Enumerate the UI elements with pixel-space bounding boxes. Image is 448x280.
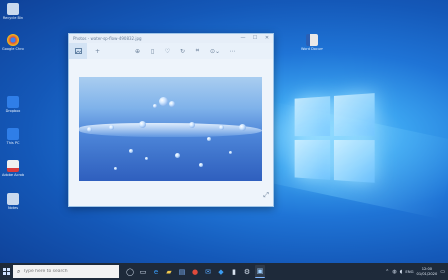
bubble: [145, 157, 148, 160]
word-doc-icon: [306, 34, 318, 46]
pdf-icon: [7, 160, 19, 172]
minimize-button[interactable]: —: [237, 34, 249, 43]
windows-logo-wallpaper: [294, 93, 377, 185]
computer-icon: [7, 128, 19, 140]
chrome-taskbar-icon[interactable]: ●: [190, 266, 200, 278]
clock[interactable]: 12:00 01/01/2020: [417, 267, 438, 276]
search-icon: ⌕: [17, 267, 21, 275]
desktop-icon-notes[interactable]: Notes: [2, 193, 24, 210]
bubble: [239, 124, 246, 131]
more-options-button[interactable]: ⋯: [225, 43, 240, 59]
zoom-button[interactable]: ⊕: [130, 43, 145, 59]
taskbar-search[interactable]: ⌕: [13, 265, 119, 278]
network-icon[interactable]: ◍: [392, 269, 396, 275]
bubble: [159, 97, 168, 106]
bubble: [229, 151, 232, 154]
desktop-icon-chrome[interactable]: Google Chrome: [2, 34, 24, 51]
desktop-icon-this-pc[interactable]: This PC: [2, 128, 24, 145]
edit-create-button[interactable]: ⊙⌄: [205, 43, 225, 59]
desktop: Recycle Bin Google Chrome Dropbox This P…: [0, 0, 448, 263]
terminal-icon[interactable]: ▮: [229, 266, 239, 278]
chrome-icon: [7, 34, 19, 46]
more-icon: ⋯: [229, 47, 236, 55]
delete-button[interactable]: ▯: [145, 43, 160, 59]
see-all-photos-button[interactable]: [69, 43, 87, 59]
desktop-icon-recycle-bin[interactable]: Recycle Bin: [2, 3, 24, 20]
edit-icon: ⊙⌄: [209, 47, 221, 55]
bubble: [139, 121, 146, 128]
clock-date: 01/01/2020: [416, 271, 438, 276]
bubble: [175, 153, 180, 158]
window-title: Photos - water-sp-flow-490832.jpg: [73, 36, 142, 41]
volume-icon[interactable]: ◖: [400, 269, 403, 275]
bubble: [114, 167, 117, 170]
notifications-icon[interactable]: ▭: [440, 269, 445, 275]
desktop-icon-word[interactable]: Word Document: [301, 34, 323, 51]
recycle-bin-icon: [7, 3, 19, 15]
bubble: [153, 104, 157, 108]
task-view-icon[interactable]: ◯: [125, 266, 135, 278]
notes-icon: [7, 193, 19, 205]
zoom-icon: ⊕: [134, 47, 141, 55]
photos-toolbar: + ⊕ ▯ ♡ ↻ ⌗ ⊙⌄ ⋯: [69, 43, 273, 59]
bubble: [189, 122, 195, 128]
close-button[interactable]: ✕: [261, 34, 273, 43]
desktop-icon-acrobat[interactable]: Adobe Acrobat: [2, 160, 24, 177]
show-hidden-icons-icon[interactable]: ⌃: [385, 269, 389, 275]
water-surface: [79, 123, 262, 137]
photo-viewer: ⤢: [69, 59, 273, 205]
add-icon: +: [94, 47, 101, 55]
task-switcher-icon[interactable]: ▭: [138, 266, 148, 278]
photos-window: Photos - water-sp-flow-490832.jpg — ☐ ✕ …: [68, 33, 274, 207]
edge-icon[interactable]: e: [151, 266, 161, 278]
window-titlebar[interactable]: Photos - water-sp-flow-490832.jpg — ☐ ✕: [69, 34, 273, 43]
file-explorer-icon[interactable]: ▰: [164, 266, 174, 278]
mail-icon[interactable]: ✉: [203, 266, 213, 278]
bubble: [219, 125, 224, 130]
crop-button[interactable]: ⌗: [190, 43, 205, 59]
windows-start-icon: [3, 268, 10, 275]
heart-icon: ♡: [164, 47, 171, 55]
bubble: [109, 125, 114, 130]
taskbar-apps: ◯ ▭ e ▰ ▤ ● ✉ ◆ ▮ ⚙ ▣: [125, 265, 265, 278]
vscode-icon[interactable]: ◆: [216, 266, 226, 278]
maximize-button[interactable]: ☐: [249, 34, 261, 43]
language-indicator[interactable]: ENG: [405, 269, 413, 274]
bubble: [87, 127, 92, 132]
start-button[interactable]: [0, 263, 13, 280]
image-icon: [74, 48, 82, 54]
rotate-icon: ↻: [179, 47, 186, 55]
bubble: [169, 101, 175, 107]
store-icon[interactable]: ▤: [177, 266, 187, 278]
taskbar: ⌕ ◯ ▭ e ▰ ▤ ● ✉ ◆ ▮ ⚙ ▣ ⌃ ◍ ◖ ENG 12:00 …: [0, 263, 448, 280]
water-splash-photo[interactable]: [79, 77, 262, 181]
rotate-button[interactable]: ↻: [175, 43, 190, 59]
bubble: [129, 149, 133, 153]
search-input[interactable]: [23, 269, 114, 274]
dropbox-icon: [7, 96, 19, 108]
bubble: [199, 163, 203, 167]
system-tray: ⌃ ◍ ◖ ENG 12:00 01/01/2020 ▭: [385, 263, 448, 280]
add-to-button[interactable]: +: [90, 43, 105, 59]
desktop-icon-dropbox[interactable]: Dropbox: [2, 96, 24, 113]
delete-icon: ▯: [150, 47, 155, 55]
expand-icon[interactable]: ⤢: [263, 191, 269, 200]
favorite-button[interactable]: ♡: [160, 43, 175, 59]
settings-icon[interactable]: ⚙: [242, 266, 252, 278]
crop-icon: ⌗: [195, 47, 200, 54]
bubble: [207, 137, 211, 141]
photos-taskbar-icon[interactable]: ▣: [255, 265, 265, 278]
